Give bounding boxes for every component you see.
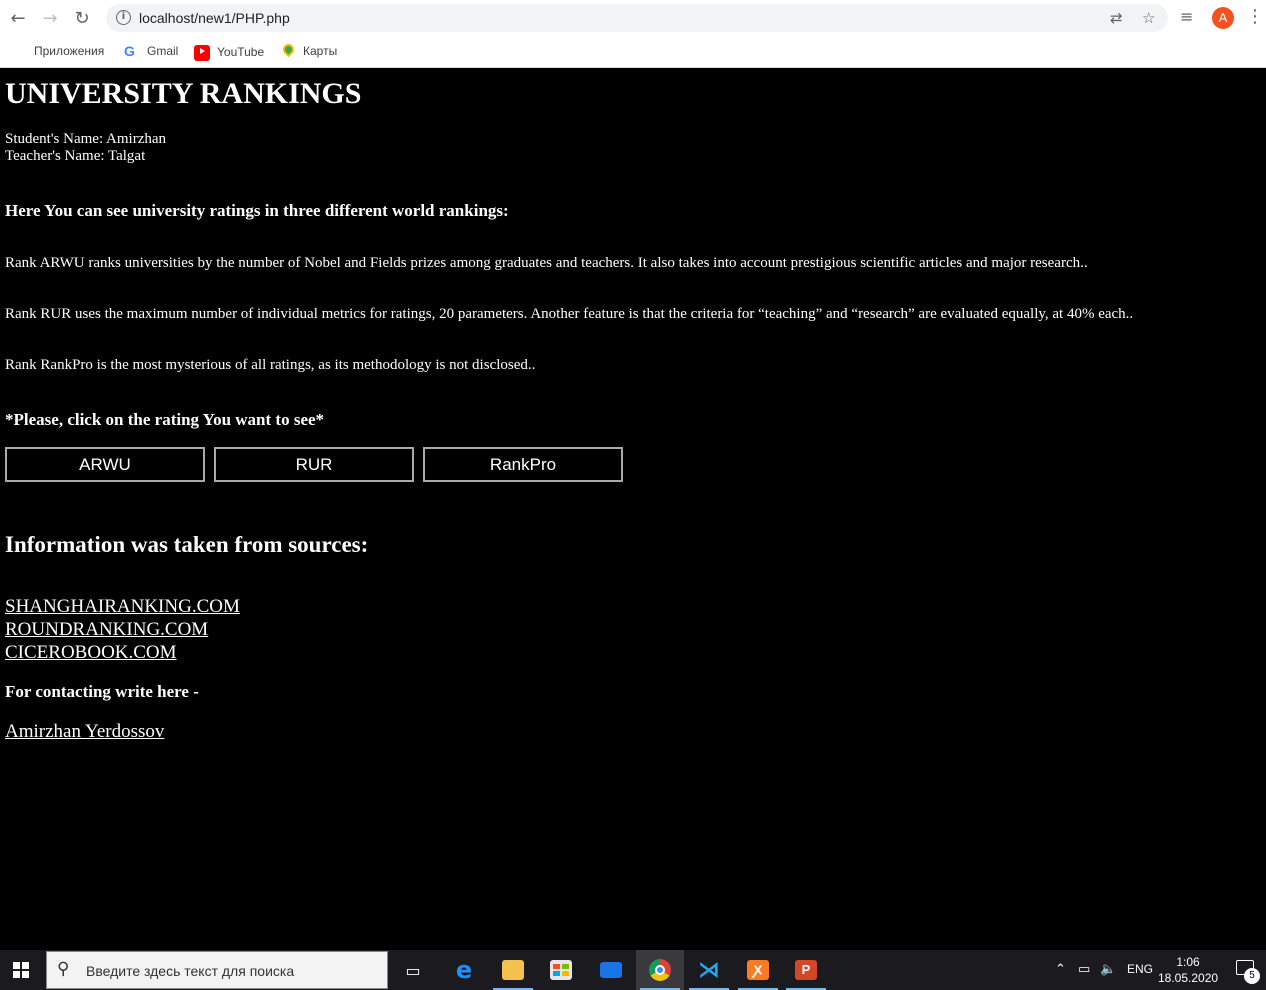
source-link-roundranking[interactable]: ROUNDRANKING.COM	[5, 619, 208, 641]
url-text[interactable]: localhost/new1/PHP.php	[139, 10, 290, 26]
maps-pin-icon	[280, 41, 297, 59]
more-menu-icon[interactable]: ⋮	[1246, 6, 1264, 28]
arwu-button[interactable]: ARWU	[5, 447, 205, 482]
bookmark-label: Gmail	[147, 44, 179, 58]
bookmarks-bar: Приложения G Gmail YouTube Карты	[0, 36, 1266, 68]
powerpoint-icon[interactable]: P	[782, 950, 830, 990]
task-view-icon[interactable]: ▭	[389, 950, 437, 990]
mail-icon[interactable]	[587, 950, 635, 990]
contact-label: For contacting write here -	[5, 682, 199, 701]
teacher-name: Teacher's Name: Talgat	[5, 148, 146, 164]
taskbar-clock[interactable]: 1:06 18.05.2020	[1158, 954, 1218, 986]
info-icon[interactable]: i	[116, 10, 131, 25]
xampp-icon[interactable]: ꭗ	[734, 950, 782, 990]
vscode-icon[interactable]: ⋊	[685, 950, 733, 990]
student-name: Student's Name: Amirzhan	[5, 131, 167, 147]
rur-description: Rank RUR uses the maximum number of indi…	[5, 306, 1134, 322]
sources-heading: Information was taken from sources:	[5, 532, 369, 557]
youtube-icon	[194, 45, 210, 61]
volume-icon[interactable]: 🔈	[1100, 962, 1116, 977]
forward-arrow-icon[interactable]: →	[38, 6, 62, 30]
language-indicator[interactable]: ENG	[1127, 962, 1153, 976]
notification-count-badge: 5	[1244, 968, 1260, 984]
media-queue-icon[interactable]: ≡	[1180, 7, 1193, 26]
profile-avatar[interactable]: A	[1212, 7, 1234, 29]
arwu-description: Rank ARWU ranks universities by the numb…	[5, 255, 1088, 271]
store-icon[interactable]	[537, 950, 585, 990]
page-content: UNIVERSITY RANKINGS Student's Name: Amir…	[0, 69, 1266, 950]
click-prompt: *Please, click on the rating You want to…	[5, 410, 325, 429]
rankpro-button[interactable]: RankPro	[423, 447, 623, 482]
windows-start-icon[interactable]	[13, 962, 29, 978]
clock-date: 18.05.2020	[1158, 971, 1219, 985]
contact-link[interactable]: Amirzhan Yerdossov	[5, 721, 164, 743]
intro-heading: Here You can see university ratings in t…	[5, 201, 509, 220]
search-icon: ⚲	[57, 959, 70, 979]
address-bar[interactable]: i localhost/new1/PHP.php ⇄ ☆	[106, 4, 1168, 32]
rur-button[interactable]: RUR	[214, 447, 414, 482]
apps-grid-icon	[11, 43, 27, 59]
translate-icon[interactable]: ⇄	[1110, 9, 1123, 27]
bookmark-apps[interactable]: Приложения	[11, 43, 104, 59]
rankpro-description: Rank RankPro is the most mysterious of a…	[5, 357, 536, 373]
bookmark-maps[interactable]: Карты	[280, 41, 338, 59]
bookmark-label: Приложения	[34, 44, 105, 58]
page-title: UNIVERSITY RANKINGS	[5, 77, 362, 110]
search-placeholder: Введите здесь текст для поиска	[86, 963, 295, 979]
bookmark-gmail[interactable]: G Gmail	[124, 43, 178, 59]
back-arrow-icon[interactable]: ←	[6, 6, 30, 30]
source-link-shanghairanking[interactable]: SHANGHAIRANKING.COM	[5, 596, 240, 618]
star-bookmark-icon[interactable]: ☆	[1142, 9, 1155, 27]
network-icon[interactable]: ▭	[1078, 962, 1090, 977]
chrome-icon[interactable]	[636, 950, 684, 990]
bookmark-label: Карты	[303, 44, 338, 58]
google-icon: G	[124, 43, 135, 59]
taskbar-search-input[interactable]: ⚲ Введите здесь текст для поиска	[46, 951, 388, 989]
windows-taskbar: ⚲ Введите здесь текст для поиска ▭ e ⋊ ꭗ…	[0, 950, 1266, 990]
edge-icon[interactable]: e	[440, 950, 488, 990]
source-link-cicerobook[interactable]: CICEROBOOK.COM	[5, 642, 177, 664]
bookmark-label: YouTube	[217, 45, 265, 59]
reload-icon[interactable]: ↻	[70, 6, 94, 30]
clock-time: 1:06	[1176, 955, 1200, 969]
bookmark-youtube[interactable]: YouTube	[194, 43, 264, 61]
tray-chevron-icon[interactable]: ⌃	[1055, 962, 1066, 977]
browser-toolbar: ← → ↻ i localhost/new1/PHP.php ⇄ ☆ ≡ A ⋮	[0, 0, 1266, 36]
file-explorer-icon[interactable]	[489, 950, 537, 990]
